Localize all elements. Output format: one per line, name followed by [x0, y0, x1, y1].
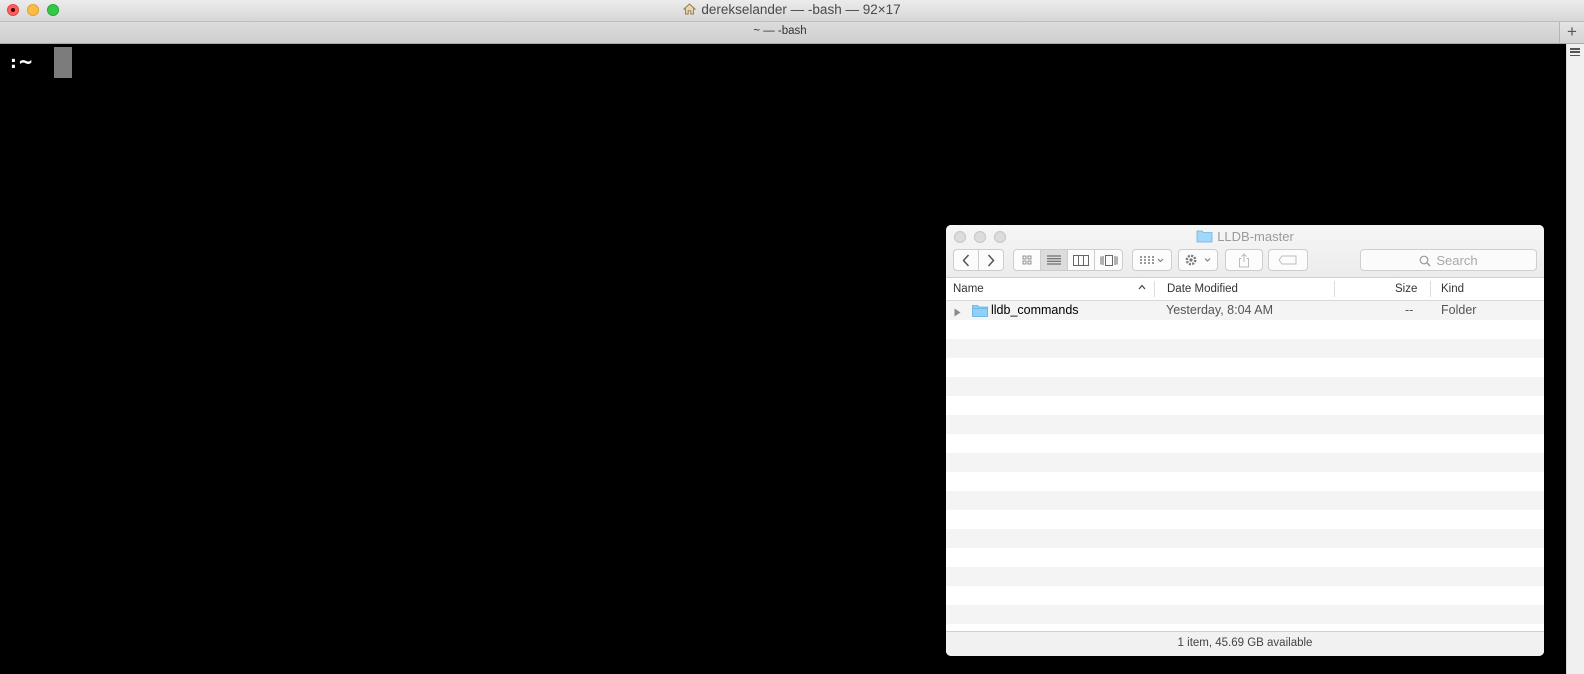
list-stripes [946, 301, 1544, 632]
column-view-icon [1073, 254, 1089, 266]
column-header-size[interactable]: Size [1395, 283, 1417, 295]
column-header-name[interactable]: Name [953, 283, 984, 295]
prompt-directory: ~ [19, 50, 33, 75]
chevron-right-icon [987, 253, 995, 267]
file-kind: Folder [1441, 303, 1477, 317]
new-tab-button[interactable]: + [1559, 22, 1584, 43]
tags-button[interactable] [1268, 249, 1308, 271]
arrange-button[interactable] [1132, 249, 1172, 271]
file-date-modified: Yesterday, 8:04 AM [1166, 303, 1274, 317]
prompt-prefix: : [8, 52, 19, 73]
column-header-bar: Name Date Modified Size Kind [946, 278, 1544, 301]
icon-view-button[interactable] [1013, 249, 1041, 271]
share-icon [1239, 252, 1249, 267]
tab-bash[interactable]: ~ — -bash [0, 25, 1560, 37]
forward-button[interactable] [978, 249, 1004, 271]
folder-icon [1196, 229, 1213, 246]
finder-window[interactable]: LLDB-master Search Name Date Modified Si… [946, 225, 1544, 656]
column-divider[interactable] [1334, 281, 1335, 297]
search-placeholder: Search [1436, 253, 1478, 268]
cover-flow-button[interactable] [1094, 249, 1123, 271]
arrange-icon [1140, 256, 1164, 264]
terminal-scrollbar[interactable] [1566, 44, 1584, 674]
gear-icon [1185, 254, 1211, 266]
column-divider[interactable] [1430, 281, 1431, 297]
file-name: lldb_commands [991, 303, 1079, 317]
window-title: derekselander — -bash — 92×17 [0, 2, 1584, 18]
list-view-button[interactable] [1040, 249, 1068, 271]
cover-flow-icon [1100, 254, 1117, 266]
tag-icon [1278, 255, 1297, 265]
back-button[interactable] [953, 249, 979, 271]
home-icon [683, 3, 697, 18]
chevron-left-icon [962, 253, 970, 267]
action-button[interactable] [1178, 249, 1218, 271]
terminal-titlebar[interactable]: derekselander — -bash — 92×17 [0, 0, 1584, 22]
table-row[interactable]: lldb_commands Yesterday, 8:04 AM -- Fold… [946, 301, 1544, 320]
disclosure-triangle-icon[interactable] [954, 306, 961, 320]
column-header-date-modified[interactable]: Date Modified [1167, 283, 1238, 295]
window-title-text: derekselander — -bash — 92×17 [701, 2, 901, 17]
list-view-icon [1047, 255, 1061, 265]
column-header-kind[interactable]: Kind [1441, 283, 1464, 295]
column-view-button[interactable] [1067, 249, 1095, 271]
file-size: -- [1405, 303, 1414, 317]
icon-view-icon [1022, 255, 1032, 265]
scroll-marker-icon [1570, 48, 1580, 58]
terminal-tabbar: ~ — -bash + [0, 22, 1584, 44]
finder-toolbar: LLDB-master Search [946, 225, 1544, 278]
search-icon [1419, 255, 1431, 267]
folder-icon [972, 304, 988, 320]
sort-ascending-icon [1138, 281, 1146, 293]
finder-title: LLDB-master [946, 229, 1544, 246]
share-button[interactable] [1225, 249, 1263, 271]
text-cursor [54, 47, 72, 78]
file-list[interactable]: lldb_commands Yesterday, 8:04 AM -- Fold… [946, 301, 1544, 632]
search-field[interactable]: Search [1360, 249, 1537, 271]
finder-title-text: LLDB-master [1217, 229, 1294, 244]
column-divider[interactable] [1154, 281, 1155, 297]
status-bar: 1 item, 45.69 GB available [946, 631, 1544, 656]
